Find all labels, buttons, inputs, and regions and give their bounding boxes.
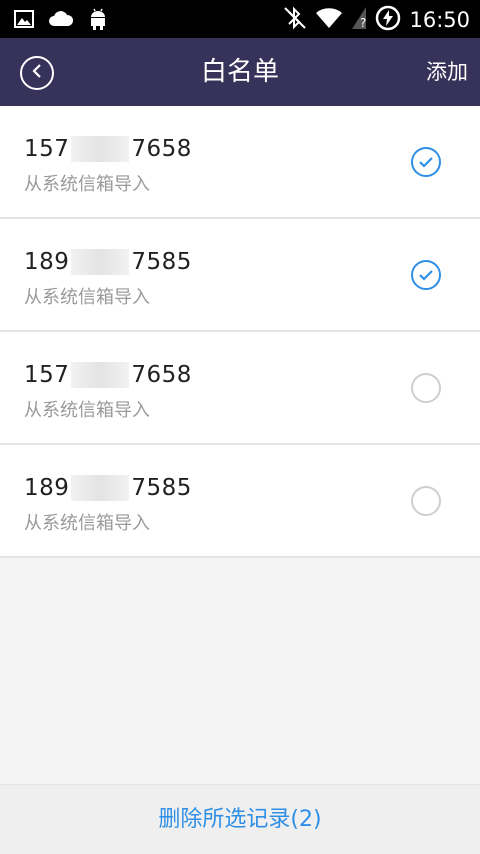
list-item[interactable]: 157 7658 从系统信箱导入 bbox=[0, 106, 480, 219]
source-label: 从系统信箱导入 bbox=[24, 174, 150, 195]
phone-number: 189 7585 bbox=[24, 475, 192, 501]
battery-charging-icon bbox=[375, 5, 401, 35]
add-button[interactable]: 添加 bbox=[426, 38, 468, 106]
checkbox-checked[interactable] bbox=[411, 260, 441, 290]
list-item[interactable]: 189 7585 从系统信箱导入 bbox=[0, 445, 480, 558]
chevron-left-icon bbox=[30, 63, 44, 83]
phone-suffix: 7585 bbox=[131, 249, 192, 275]
cloud-icon bbox=[48, 10, 74, 32]
delete-selected-button[interactable]: 删除所选记录(2) bbox=[0, 784, 480, 854]
phone-mask bbox=[71, 362, 130, 388]
android-icon bbox=[88, 8, 108, 34]
source-label: 从系统信箱导入 bbox=[24, 513, 150, 534]
phone-prefix: 189 bbox=[24, 475, 70, 501]
whitelist-list: 157 7658 从系统信箱导入 189 7585 从系统信箱导入 157 76… bbox=[0, 106, 480, 558]
phone-mask bbox=[71, 249, 130, 275]
checkmark-icon bbox=[418, 266, 434, 285]
phone-suffix: 7658 bbox=[131, 362, 192, 388]
phone-mask bbox=[71, 136, 130, 162]
phone-suffix: 7585 bbox=[131, 475, 192, 501]
checkbox-checked[interactable] bbox=[411, 147, 441, 177]
title-bar: 白名单 添加 bbox=[0, 38, 480, 106]
checkbox-unchecked[interactable] bbox=[411, 486, 441, 516]
phone-number: 157 7658 bbox=[24, 362, 192, 388]
bluetooth-off-icon bbox=[283, 5, 307, 35]
back-button[interactable] bbox=[20, 56, 54, 90]
phone-prefix: 189 bbox=[24, 249, 70, 275]
checkmark-icon bbox=[418, 153, 434, 172]
phone-mask bbox=[71, 475, 130, 501]
status-bar: ? 16:50 bbox=[0, 0, 480, 38]
phone-prefix: 157 bbox=[24, 362, 70, 388]
notification-icons bbox=[14, 8, 108, 34]
wifi-icon bbox=[315, 6, 343, 34]
no-sim-icon: ? bbox=[351, 6, 367, 34]
source-label: 从系统信箱导入 bbox=[24, 400, 150, 421]
svg-text:?: ? bbox=[360, 16, 366, 30]
page-title: 白名单 bbox=[200, 57, 279, 87]
phone-number: 157 7658 bbox=[24, 136, 192, 162]
checkbox-unchecked[interactable] bbox=[411, 373, 441, 403]
status-time: 16:50 bbox=[409, 8, 470, 32]
list-item[interactable]: 189 7585 从系统信箱导入 bbox=[0, 219, 480, 332]
system-icons: ? 16:50 bbox=[283, 5, 470, 35]
source-label: 从系统信箱导入 bbox=[24, 287, 150, 308]
list-item[interactable]: 157 7658 从系统信箱导入 bbox=[0, 332, 480, 445]
phone-number: 189 7585 bbox=[24, 249, 192, 275]
phone-prefix: 157 bbox=[24, 136, 70, 162]
image-icon bbox=[14, 10, 34, 32]
phone-suffix: 7658 bbox=[131, 136, 192, 162]
